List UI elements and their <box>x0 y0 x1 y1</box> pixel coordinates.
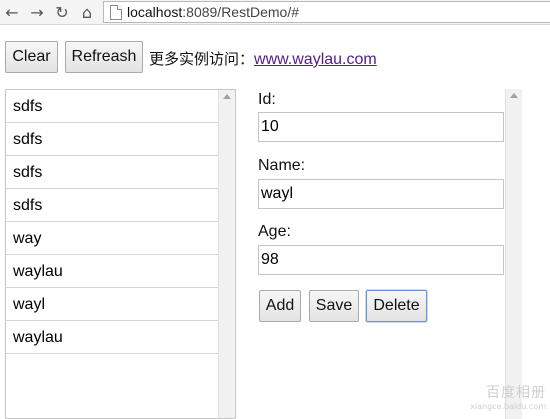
page-icon <box>110 4 122 20</box>
refresh-button[interactable]: Refreash <box>65 41 143 73</box>
watermark-main: 百度相册 <box>486 385 546 401</box>
watermark-sub: xiangce.baidu.com <box>470 402 546 411</box>
home-icon[interactable]: ⌂ <box>77 2 97 22</box>
tip-label: 更多实例访问： <box>149 50 255 68</box>
url-path: :8089/RestDemo/# <box>182 4 299 20</box>
name-label: Name: <box>258 157 306 174</box>
list-item[interactable]: sdfs <box>6 123 219 156</box>
watermark: 百度相册 xiangce.baidu.com <box>470 382 546 411</box>
url-host: localhost <box>127 4 183 20</box>
scroll-up-icon[interactable] <box>223 94 231 99</box>
list-item[interactable]: wayl <box>6 288 219 321</box>
id-field[interactable]: 10 <box>258 112 504 142</box>
form-scroll-up-icon[interactable] <box>510 93 518 98</box>
name-field[interactable]: wayl <box>258 179 504 209</box>
age-field[interactable]: 98 <box>258 245 504 275</box>
forward-icon[interactable]: → <box>27 2 47 22</box>
more-examples-text: 更多实例访问：www.waylau.com <box>149 48 377 69</box>
clear-button[interactable]: Clear <box>5 41 58 73</box>
form-scrollbar[interactable] <box>505 89 522 419</box>
waylau-link[interactable]: www.waylau.com <box>254 51 377 68</box>
list-scrollbar[interactable] <box>218 90 235 418</box>
id-label: Id: <box>258 91 276 108</box>
list-item[interactable]: sdfs <box>6 189 219 222</box>
add-button[interactable]: Add <box>259 290 301 322</box>
save-button[interactable]: Save <box>309 290 359 322</box>
user-list[interactable]: sdfs sdfs sdfs sdfs way waylau wayl waylau <box>5 89 236 419</box>
browser-toolbar: ← → ↻ ⌂ localhost:8089/RestDemo/# <box>0 0 550 25</box>
url-text: localhost:8089/RestDemo/# <box>127 4 299 20</box>
list-item[interactable]: way <box>6 222 219 255</box>
list-item[interactable]: waylau <box>6 255 219 288</box>
list-item[interactable]: sdfs <box>6 90 219 123</box>
list-item[interactable]: waylau <box>6 321 219 354</box>
back-icon[interactable]: ← <box>2 2 22 22</box>
delete-button[interactable]: Delete <box>366 290 427 322</box>
address-bar[interactable]: localhost:8089/RestDemo/# <box>103 1 550 23</box>
age-label: Age: <box>258 223 291 240</box>
reload-icon[interactable]: ↻ <box>52 2 72 22</box>
list-item[interactable]: sdfs <box>6 156 219 189</box>
list-items: sdfs sdfs sdfs sdfs way waylau wayl waylau <box>6 90 235 354</box>
